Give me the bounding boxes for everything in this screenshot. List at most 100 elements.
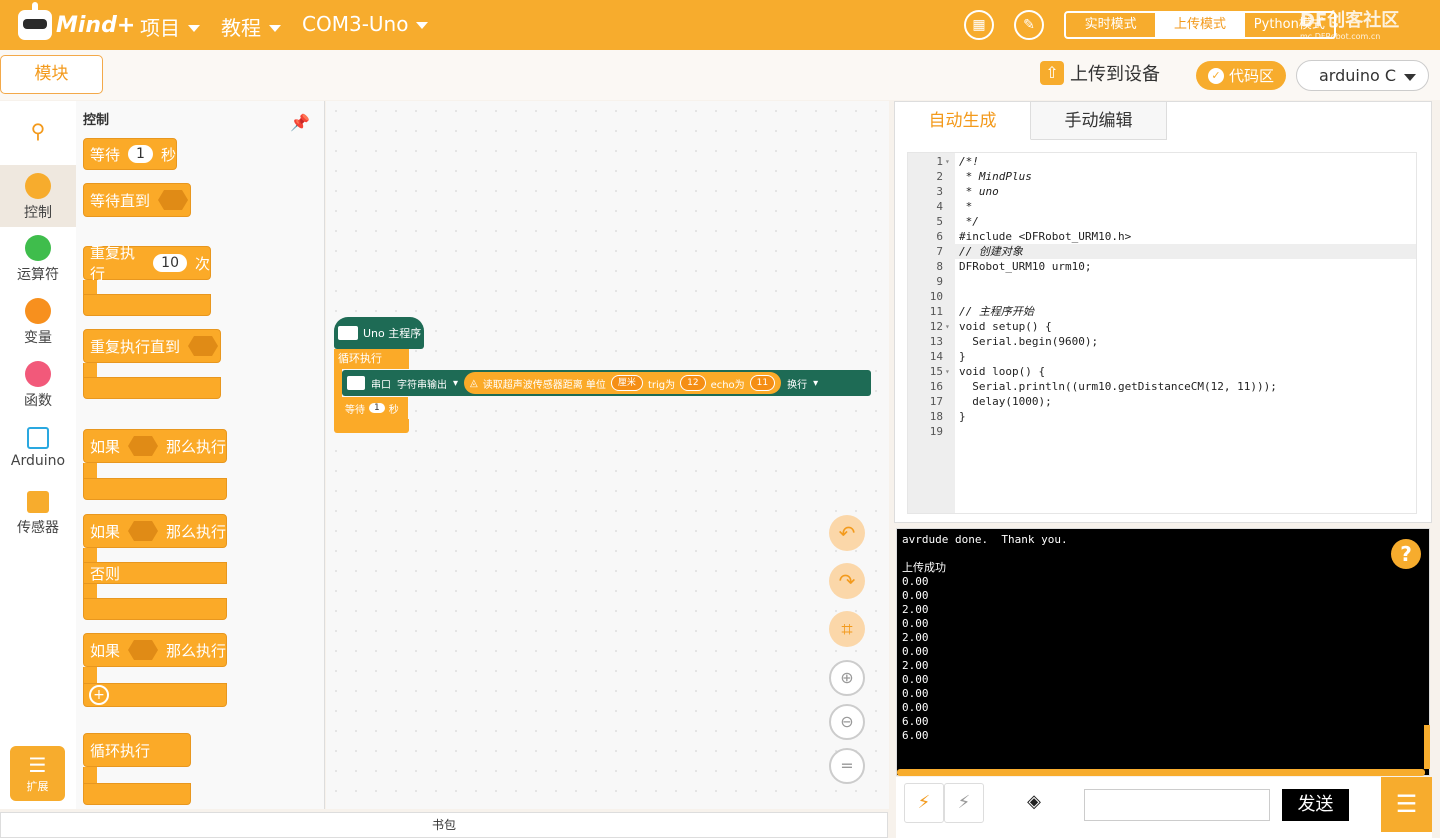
line-number: 1	[936, 155, 943, 168]
code-line[interactable]: 3 * uno	[908, 184, 1416, 199]
block-wait-workspace[interactable]: 等待 1 秒	[334, 397, 408, 419]
boolean-slot	[128, 436, 158, 456]
extension-icon: ☰	[28, 753, 47, 777]
console-scrollbar-horizontal[interactable]	[897, 769, 1425, 776]
category-control[interactable]: 控制	[0, 165, 76, 227]
redo-icon[interactable]: ↷	[829, 563, 865, 599]
help-icon[interactable]: ?	[1391, 539, 1421, 569]
chevron-down-icon	[188, 24, 200, 32]
block-if-then-plus[interactable]: 如果 那么执行	[83, 633, 227, 667]
block-serial-print[interactable]: 串口 字符串输出 ▾ ◬ 读取超声波传感器距离 单位 厘米 trig为 12 ec…	[342, 370, 871, 396]
line-number: 14	[929, 350, 943, 363]
chart-icon[interactable]: ▦	[964, 10, 994, 40]
code-line[interactable]: 6 #include <DFRobot_URM10.h>	[908, 229, 1416, 244]
block-uno-main[interactable]: Uno 主程序	[334, 317, 424, 349]
trig-dropdown[interactable]: 12	[680, 375, 706, 391]
pin-icon[interactable]: 📌	[290, 113, 310, 132]
code-line[interactable]: 12 ▾ void setup() {	[908, 319, 1416, 334]
category-sensors[interactable]: 传感器	[0, 491, 76, 541]
code-line[interactable]: 9	[908, 274, 1416, 289]
menu-port[interactable]: COM3-Uno	[302, 12, 429, 36]
newline-dropdown[interactable]: 换行	[787, 376, 807, 391]
code-line[interactable]: 7 // 创建对象	[908, 244, 1416, 259]
mode-upload[interactable]: 上传模式	[1155, 13, 1245, 37]
line-number: 13	[929, 335, 943, 348]
line-number: 16	[929, 380, 943, 393]
code-text: delay(1000);	[959, 395, 1052, 408]
code-line[interactable]: 16 Serial.println((urm10.getDistanceCM(1…	[908, 379, 1416, 394]
code-line[interactable]: 11 // 主程序开始	[908, 304, 1416, 319]
board-select[interactable]: arduino C	[1296, 60, 1429, 91]
code-line[interactable]: 4 *	[908, 199, 1416, 214]
code-text: // 主程序开始	[959, 305, 1034, 318]
menu-tutorial[interactable]: 教程	[221, 12, 281, 41]
menu-project[interactable]: 项目	[140, 12, 200, 41]
code-line[interactable]: 17 delay(1000);	[908, 394, 1416, 409]
block-if-else[interactable]: 如果 那么执行	[83, 514, 227, 548]
console-scrollbar-vertical[interactable]	[1424, 725, 1430, 769]
block-repeat-until[interactable]: 重复执行直到	[83, 329, 221, 363]
search-button[interactable]: ⚲	[0, 119, 76, 155]
code-line[interactable]: 19	[908, 424, 1416, 439]
search-icon: ⚲	[30, 119, 46, 143]
app-logo[interactable]: Mind+	[18, 2, 135, 42]
code-line[interactable]: 10	[908, 289, 1416, 304]
block-loop[interactable]: 循环执行	[334, 349, 409, 369]
code-line[interactable]: 2 * MindPlus	[908, 169, 1416, 184]
fold-icon[interactable]: ▾	[945, 319, 950, 334]
backpack-bar[interactable]: 书包	[0, 812, 888, 838]
zoom-reset-icon[interactable]: =	[829, 748, 865, 784]
echo-dropdown[interactable]: 11	[749, 375, 776, 391]
code-line[interactable]: 8 DFRobot_URM10 urm10;	[908, 259, 1416, 274]
category-functions[interactable]: 函数	[0, 361, 76, 411]
code-line[interactable]: 1 ▾ /*!	[908, 154, 1416, 169]
block-repeat-end	[83, 294, 211, 316]
add-branch-icon[interactable]: +	[89, 685, 109, 705]
block-if-then[interactable]: 如果 那么执行	[83, 429, 227, 463]
code-line[interactable]: 15 ▾ void loop() {	[908, 364, 1416, 379]
category-variables[interactable]: 变量	[0, 298, 76, 348]
block-wait-until[interactable]: 等待直到	[83, 183, 191, 217]
block-forever[interactable]: 循环执行	[83, 733, 191, 767]
extensions-button[interactable]: ☰ 扩展	[10, 746, 65, 801]
tab-manual-edit[interactable]: 手动编辑	[1031, 102, 1167, 140]
category-arduino[interactable]: Arduino	[0, 427, 76, 477]
zoom-out-icon[interactable]: ⊖	[829, 704, 865, 740]
usb-disconnect-icon[interactable]: ⚡	[944, 783, 984, 823]
unit-dropdown[interactable]: 厘米	[610, 375, 643, 391]
serial-mode-dropdown[interactable]: 字符串输出	[397, 376, 447, 391]
block-ultrasonic-read[interactable]: ◬ 读取超声波传感器距离 单位 厘米 trig为 12 echo为 11	[464, 372, 782, 394]
crop-icon[interactable]: ⌗	[829, 611, 865, 647]
block-if-else-end	[83, 598, 227, 620]
line-number: 11	[929, 305, 943, 318]
undo-icon[interactable]: ↶	[829, 515, 865, 551]
line-number: 19	[929, 425, 943, 438]
category-operators[interactable]: 运算符	[0, 235, 76, 285]
chevron-down-icon	[1404, 73, 1417, 81]
chevron-down-icon: ▾	[453, 377, 459, 389]
eraser-icon[interactable]: ◈	[1014, 783, 1054, 823]
code-line[interactable]: 5 */	[908, 214, 1416, 229]
mode-realtime[interactable]: 实时模式	[1066, 13, 1155, 37]
code-line[interactable]: 18}	[908, 409, 1416, 424]
code-editor[interactable]: 1 ▾/*! 2 * MindPlus 3 * uno 4 * 5 */6 #include…	[907, 152, 1417, 514]
fold-icon[interactable]: ▾	[945, 364, 950, 379]
tab-blocks[interactable]: 模块	[0, 55, 103, 94]
zoom-in-icon[interactable]: ⊕	[829, 660, 865, 696]
edit-icon[interactable]: ✎	[1014, 10, 1044, 40]
script-workspace[interactable]: Uno 主程序 循环执行 串口 字符串输出 ▾ ◬ 读取超声波传感器距离 单位 厘…	[326, 101, 889, 809]
usb-connect-icon[interactable]: ⚡	[904, 783, 944, 823]
tab-auto-generate[interactable]: 自动生成	[895, 102, 1031, 140]
send-button[interactable]: 发送	[1282, 789, 1349, 821]
list-menu-icon[interactable]: ☰	[1381, 777, 1432, 832]
send-input[interactable]	[1084, 789, 1270, 821]
category-dot-icon	[25, 361, 51, 387]
upload-button[interactable]: ⇧ 上传到设备	[1040, 60, 1160, 86]
block-wait[interactable]: 等待 1 秒	[83, 138, 177, 170]
serial-console[interactable]: avrdude done. Thank you. 上传成功 0.00 0.00 …	[896, 528, 1430, 776]
code-line[interactable]: 13 Serial.begin(9600);	[908, 334, 1416, 349]
code-area-toggle[interactable]: ✓ 代码区	[1196, 61, 1286, 90]
block-repeat[interactable]: 重复执行 10 次	[83, 244, 211, 283]
fold-icon[interactable]: ▾	[945, 154, 950, 169]
code-line[interactable]: 14}	[908, 349, 1416, 364]
